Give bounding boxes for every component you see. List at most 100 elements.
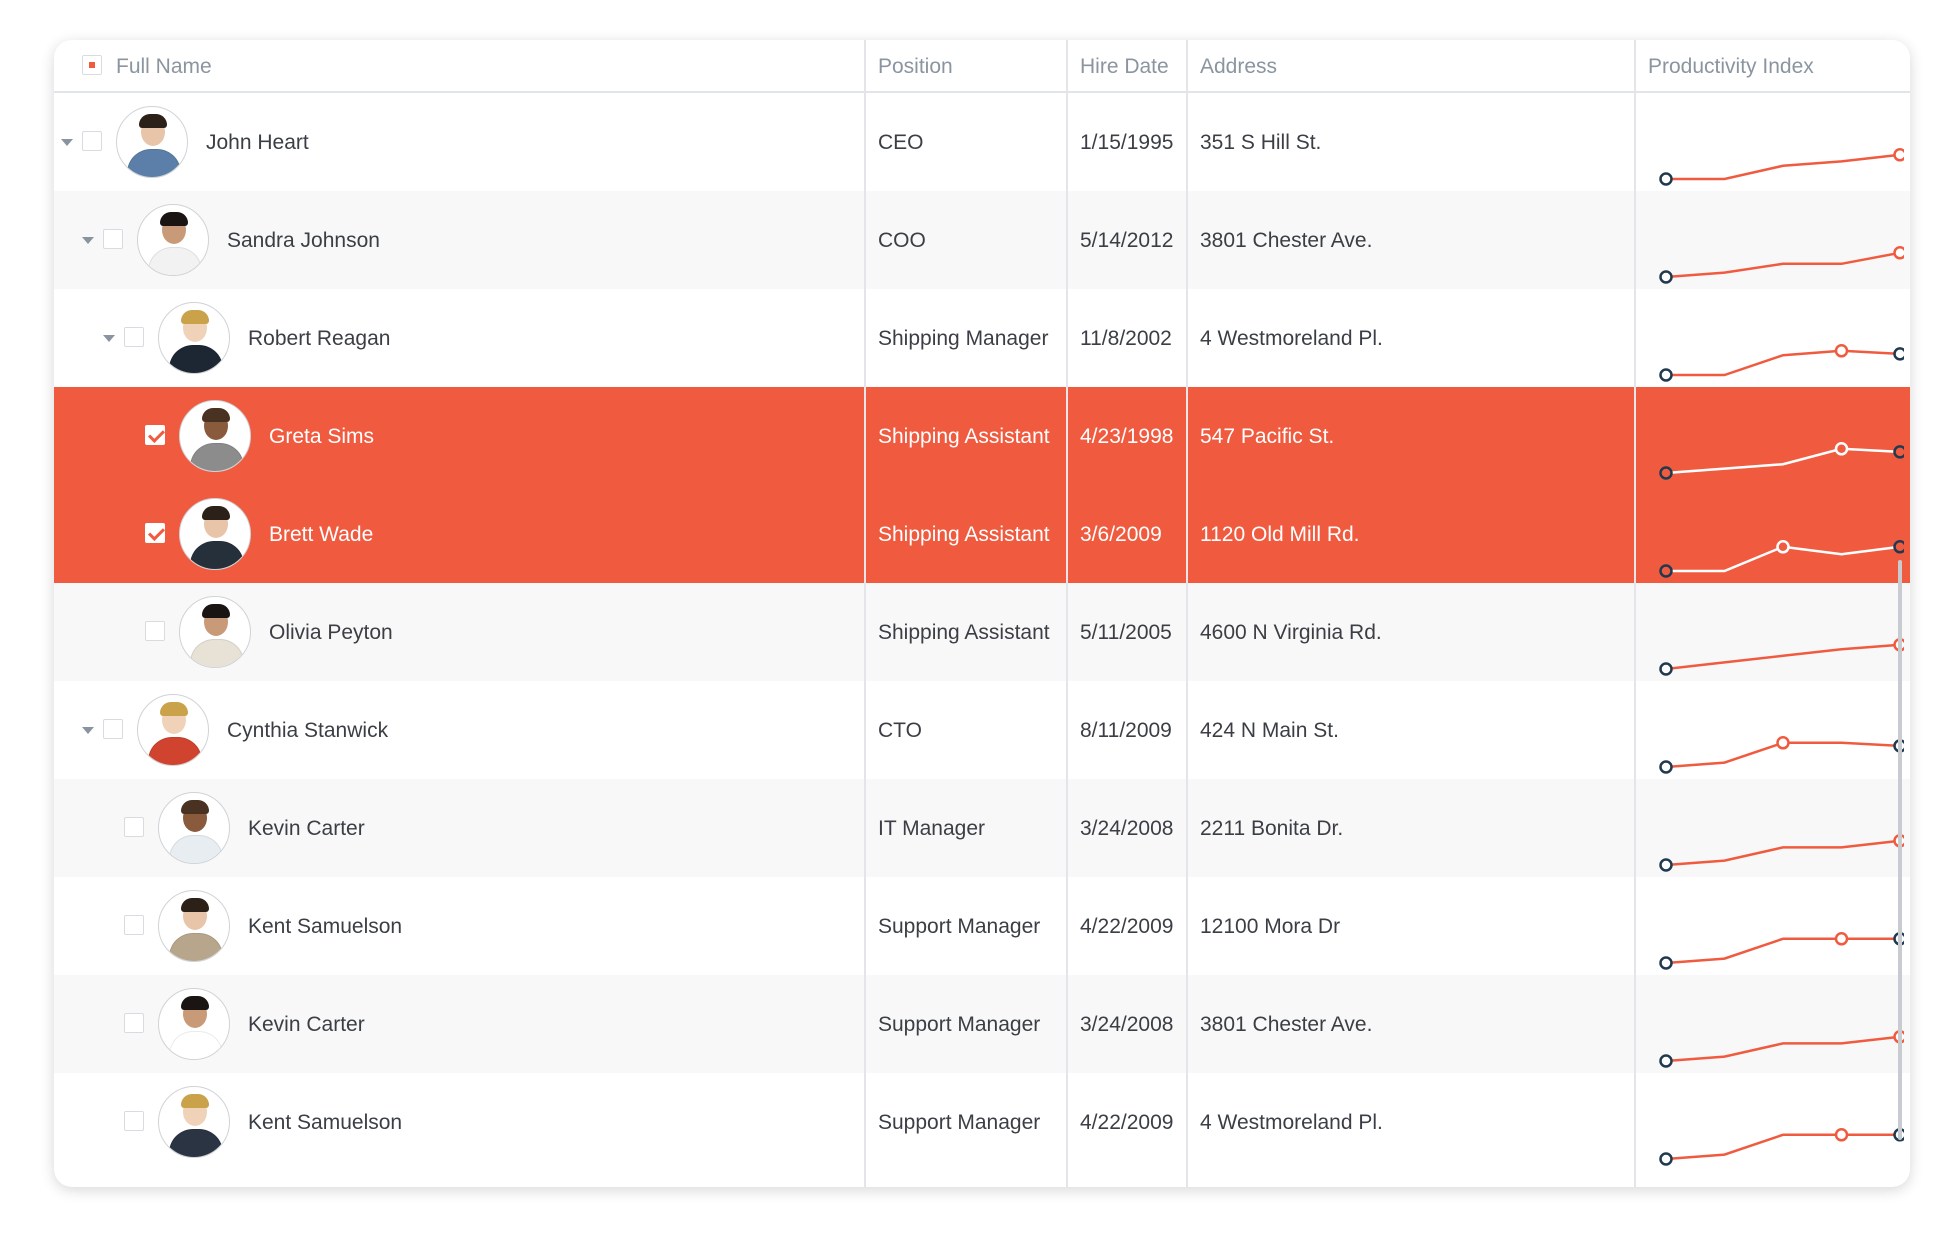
table-row[interactable]: Kevin Carter IT Manager 3/24/2008 2211 Boni…	[54, 779, 1910, 877]
avatar	[158, 988, 230, 1060]
full-name-text: Sandra Johnson	[227, 229, 380, 252]
avatar	[158, 890, 230, 962]
address-text: 424 N Main St.	[1200, 719, 1339, 742]
productivity-sparkline	[1659, 442, 1904, 480]
column-header-address[interactable]: Address	[1200, 40, 1277, 91]
table-row[interactable]: Olivia Peyton Shipping Assistant 5/11/2005…	[54, 583, 1910, 681]
address-text: 1120 Old Mill Rd.	[1200, 523, 1360, 546]
full-name-text: John Heart	[206, 131, 309, 154]
full-name-text: Robert Reagan	[248, 327, 391, 350]
sparkline-point	[1659, 270, 1673, 284]
row-checkbox[interactable]	[103, 719, 123, 739]
productivity-sparkline	[1659, 540, 1904, 578]
address-text: 351 S Hill St.	[1200, 131, 1322, 154]
address-text: 4600 N Virginia Rd.	[1200, 621, 1382, 644]
vertical-scrollbar[interactable]	[1898, 560, 1902, 1140]
productivity-sparkline	[1659, 246, 1904, 284]
column-header-productivity[interactable]: Productivity Index	[1648, 40, 1814, 91]
select-all-checkbox[interactable]	[82, 55, 102, 75]
productivity-sparkline	[1659, 736, 1904, 774]
hire-date-text: 4/23/1998	[1080, 425, 1174, 448]
sparkline-series	[1665, 1133, 1900, 1161]
address-text: 4 Westmoreland Pl.	[1200, 327, 1383, 350]
avatar	[158, 302, 230, 374]
avatar	[116, 106, 188, 178]
expand-caret-icon[interactable]	[61, 139, 73, 146]
avatar	[137, 694, 209, 766]
row-checkbox[interactable]	[145, 425, 165, 445]
position-text: Shipping Assistant	[878, 425, 1050, 448]
sparkline-point	[1834, 932, 1849, 946]
hire-date-text: 4/22/2009	[1080, 1111, 1174, 1134]
sparkline-point	[1893, 347, 1904, 361]
row-checkbox[interactable]	[145, 621, 165, 641]
expand-caret-icon[interactable]	[103, 335, 115, 342]
column-header-hire-date[interactable]: Hire Date	[1080, 40, 1169, 91]
position-text: Shipping Assistant	[878, 523, 1050, 546]
hire-date-text: 3/6/2009	[1080, 523, 1162, 546]
row-checkbox[interactable]	[82, 131, 102, 151]
position-text: Support Manager	[878, 1013, 1041, 1036]
productivity-sparkline	[1659, 932, 1904, 970]
column-divider	[864, 40, 866, 1187]
table-row[interactable]: Brett Wade Shipping Assistant 3/6/2009 1120…	[54, 485, 1910, 583]
sparkline-point	[1893, 246, 1904, 260]
sparkline-series	[1665, 251, 1901, 279]
grid-header: Full Name Position Hire Date Address Pro…	[54, 40, 1910, 93]
full-name-text: Kent Samuelson	[248, 1111, 403, 1134]
sparkline-point	[1659, 662, 1673, 676]
address-text: 12100 Mora Dr	[1200, 915, 1341, 938]
row-checkbox[interactable]	[145, 523, 165, 543]
position-text: Support Manager	[878, 915, 1041, 938]
column-header-full-name[interactable]: Full Name	[116, 40, 212, 91]
row-checkbox[interactable]	[124, 1111, 144, 1131]
expand-caret-icon[interactable]	[82, 237, 94, 244]
row-checkbox[interactable]	[103, 229, 123, 249]
sparkline-series	[1665, 937, 1900, 965]
avatar	[158, 792, 230, 864]
column-header-position[interactable]: Position	[878, 40, 953, 91]
full-name-text: Brett Wade	[269, 523, 374, 546]
avatar	[179, 498, 251, 570]
row-checkbox[interactable]	[124, 915, 144, 935]
sparkline-point	[1893, 540, 1904, 554]
avatar	[158, 1086, 230, 1158]
address-text: 2211 Bonita Dr.	[1200, 817, 1344, 840]
full-name-text: Kent Samuelson	[248, 915, 403, 938]
sparkline-point	[1659, 1054, 1673, 1068]
full-name-text: Kevin Carter	[248, 1013, 365, 1036]
productivity-sparkline	[1659, 834, 1904, 872]
table-row[interactable]: Cynthia Stanwick CTO 8/11/2009 424 N Main S…	[54, 681, 1910, 779]
productivity-sparkline	[1659, 638, 1904, 676]
table-row[interactable]: Kent Samuelson Support Manager 4/22/2009 4 …	[54, 1073, 1910, 1171]
sparkline-point	[1659, 956, 1673, 970]
sparkline-series	[1666, 153, 1901, 181]
row-checkbox[interactable]	[124, 327, 144, 347]
column-divider	[1186, 40, 1188, 1187]
table-row[interactable]: Kent Samuelson Support Manager 4/22/2009 12…	[54, 877, 1910, 975]
column-divider	[1066, 40, 1068, 1187]
sparkline-point	[1834, 344, 1849, 358]
table-row[interactable]: Greta Sims Shipping Assistant 4/23/1998 547…	[54, 387, 1910, 485]
table-row[interactable]: Kevin Carter Support Manager 3/24/2008 3801…	[54, 975, 1910, 1073]
sparkline-point	[1659, 858, 1673, 872]
row-checkbox[interactable]	[124, 1013, 144, 1033]
table-row[interactable]: John Heart CEO 1/15/1995 351 S Hill St.	[54, 93, 1910, 191]
position-text: CTO	[878, 719, 922, 742]
position-text: Shipping Assistant	[878, 621, 1050, 644]
sparkline-point	[1776, 540, 1790, 554]
hire-date-text: 5/11/2005	[1080, 621, 1172, 644]
sparkline-point	[1893, 445, 1904, 459]
sparkline-point	[1659, 1152, 1673, 1166]
sparkline-series	[1665, 1035, 1901, 1063]
productivity-sparkline	[1659, 1128, 1904, 1166]
position-text: Support Manager	[878, 1111, 1041, 1134]
table-row[interactable]: Sandra Johnson COO 5/14/2012 3801 Chester A…	[54, 191, 1910, 289]
expand-caret-icon[interactable]	[82, 727, 94, 734]
row-checkbox[interactable]	[124, 817, 144, 837]
sparkline-point	[1659, 466, 1673, 480]
hire-date-text: 8/11/2009	[1080, 719, 1172, 742]
table-row[interactable]: Robert Reagan Shipping Manager 11/8/2002 4 …	[54, 289, 1910, 387]
hire-date-text: 3/24/2008	[1080, 1013, 1174, 1036]
sparkline-series	[1666, 349, 1901, 377]
